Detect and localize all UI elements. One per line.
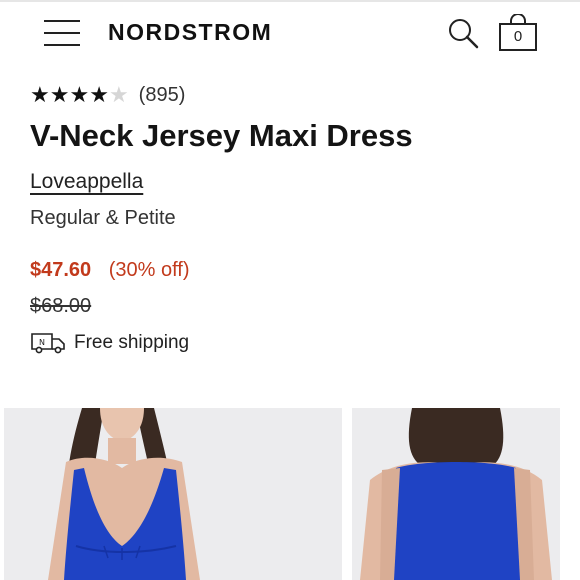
- review-count[interactable]: (895): [139, 84, 186, 107]
- star-filled-icon: ★: [30, 82, 50, 107]
- product-image-back[interactable]: [352, 408, 560, 580]
- shopping-bag-button[interactable]: 0: [498, 13, 538, 52]
- product-title: V-Neck Jersey Maxi Dress: [30, 118, 413, 153]
- bag-count: 0: [513, 28, 523, 45]
- product-image-front[interactable]: [4, 408, 342, 580]
- hamburger-menu-icon[interactable]: [44, 20, 80, 46]
- product-brand-link[interactable]: Loveappella: [30, 170, 143, 194]
- star-filled-icon: ★: [49, 82, 70, 107]
- rating-stars: ★★★★★: [30, 82, 129, 108]
- sale-price: $47.60: [30, 259, 92, 281]
- svg-text:N: N: [39, 338, 45, 347]
- shipping-info: N Free shipping: [30, 330, 189, 356]
- product-rating[interactable]: ★★★★★ (895): [30, 82, 185, 108]
- star-filled-icon: ★: [89, 82, 109, 107]
- brand-logo[interactable]: NORDSTROM: [108, 19, 272, 46]
- star-filled-icon: ★: [69, 82, 90, 107]
- search-icon[interactable]: [446, 16, 480, 50]
- price-row: $47.60 (30% off): [30, 259, 190, 282]
- discount-percent: (30% off): [108, 259, 190, 281]
- star-empty-icon: ★: [108, 82, 129, 107]
- original-price: $68.00: [30, 295, 92, 317]
- size-range: Regular & Petite: [30, 207, 176, 229]
- top-navigation-bar: NORDSTROM 0: [0, 0, 580, 64]
- shipping-label: Free shipping: [74, 332, 190, 353]
- delivery-truck-icon: N: [31, 333, 65, 354]
